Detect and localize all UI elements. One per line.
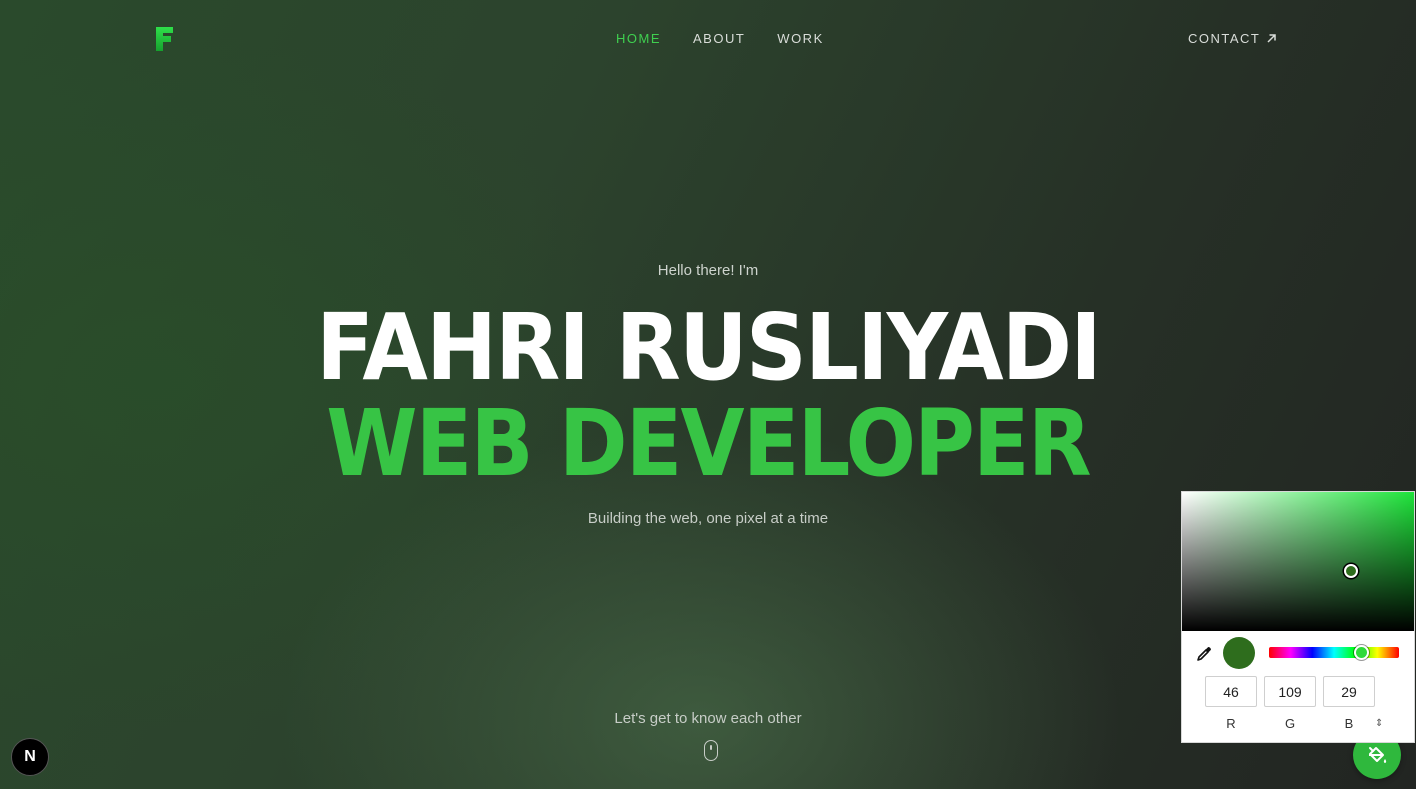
nav-link-home[interactable]: HOME [616, 31, 661, 46]
hero-name: FAHRI RUSLIYADI [316, 294, 1102, 401]
nav-link-work[interactable]: WORK [777, 31, 823, 46]
hue-slider[interactable] [1269, 645, 1399, 660]
color-mode-toggle-icon[interactable]: ⇕ [1375, 718, 1383, 729]
hero-role: WEB DEVELOPER [326, 390, 1091, 497]
nav-link-about[interactable]: ABOUT [693, 31, 745, 46]
saturation-area[interactable] [1182, 492, 1414, 631]
green-input[interactable] [1264, 676, 1316, 707]
hue-handle[interactable] [1354, 645, 1369, 660]
saturation-handle[interactable] [1344, 564, 1358, 578]
blue-input[interactable] [1323, 676, 1375, 707]
contact-label: CONTACT [1188, 31, 1261, 46]
nav-links: HOME ABOUT WORK [616, 31, 824, 46]
nextjs-badge-button[interactable]: N [11, 738, 49, 776]
arrow-up-right-icon [1267, 34, 1277, 43]
eyedropper-icon[interactable] [1195, 645, 1213, 663]
mouse-scroll-icon[interactable] [704, 740, 718, 761]
nextjs-logo-icon: N [24, 748, 36, 765]
rgb-inputs [1205, 676, 1375, 707]
green-label: G [1284, 716, 1296, 731]
color-picker-panel: R G B ⇕ [1181, 491, 1415, 743]
logo-icon[interactable] [154, 27, 174, 51]
current-color-swatch [1223, 637, 1255, 669]
rgb-labels: R G B [1205, 716, 1375, 731]
hero-greeting: Hello there! I'm [657, 262, 759, 279]
top-navbar: HOME ABOUT WORK CONTACT [0, 0, 1416, 78]
red-label: R [1226, 716, 1236, 731]
contact-link[interactable]: CONTACT [1188, 31, 1277, 46]
paint-bucket-icon [1369, 747, 1387, 763]
blue-label: B [1344, 716, 1354, 731]
red-input[interactable] [1205, 676, 1257, 707]
